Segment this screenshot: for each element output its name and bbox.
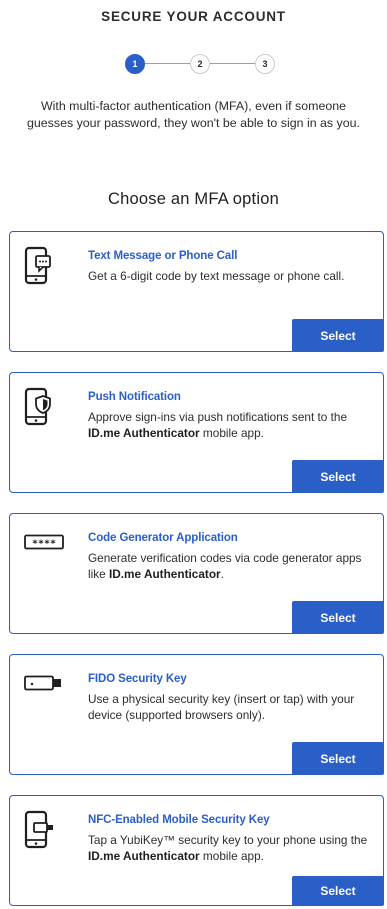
option-title: NFC-Enabled Mobile Security Key <box>88 814 270 826</box>
option-description: Approve sign-ins via push notifications … <box>88 410 348 440</box>
phone-shield-icon <box>24 387 52 426</box>
mfa-option-code-generator[interactable]: **** Code Generator Application Generate… <box>9 513 384 634</box>
option-description: Use a physical security key (insert or t… <box>88 692 355 722</box>
select-button[interactable]: Select <box>292 876 384 906</box>
select-button[interactable]: Select <box>292 742 384 775</box>
option-title: Code Generator Application <box>88 532 238 544</box>
option-description: Tap a YubiKey™ security key to your phon… <box>88 833 368 863</box>
option-title: FIDO Security Key <box>88 673 187 685</box>
section-title: Choose an MFA option <box>108 190 279 208</box>
security-key-icon <box>24 675 64 691</box>
select-button[interactable]: Select <box>292 319 384 352</box>
mfa-option-nfc-key[interactable]: NFC-Enabled Mobile Security Key Tap a Yu… <box>9 795 384 906</box>
stepper-connector <box>145 63 191 64</box>
step-3-indicator: 3 <box>255 54 275 74</box>
option-description: Generate verification codes via code gen… <box>88 551 362 581</box>
svg-text:****: **** <box>32 539 56 550</box>
mfa-option-push-notification[interactable]: Push Notification Approve sign-ins via p… <box>9 372 384 493</box>
step-1-indicator: 1 <box>125 54 145 74</box>
option-description: Get a 6-digit code by text message or ph… <box>88 269 345 283</box>
mfa-option-fido-key[interactable]: FIDO Security Key Use a physical securit… <box>9 654 384 775</box>
code-generator-icon: **** <box>24 534 64 550</box>
select-button[interactable]: Select <box>292 460 384 493</box>
page-title: SECURE YOUR ACCOUNT <box>101 9 286 24</box>
nfc-phone-key-icon <box>24 810 53 849</box>
option-title: Text Message or Phone Call <box>88 250 238 262</box>
mfa-option-text-message[interactable]: Text Message or Phone Call Get a 6-digit… <box>9 231 384 352</box>
option-title: Push Notification <box>88 391 181 403</box>
step-2-indicator: 2 <box>190 54 210 74</box>
select-button[interactable]: Select <box>292 601 384 634</box>
stepper-connector <box>209 63 255 64</box>
phone-message-icon <box>24 246 52 285</box>
intro-text: With multi-factor authentication (MFA), … <box>27 99 360 130</box>
progress-stepper: 1 2 3 <box>125 54 275 74</box>
